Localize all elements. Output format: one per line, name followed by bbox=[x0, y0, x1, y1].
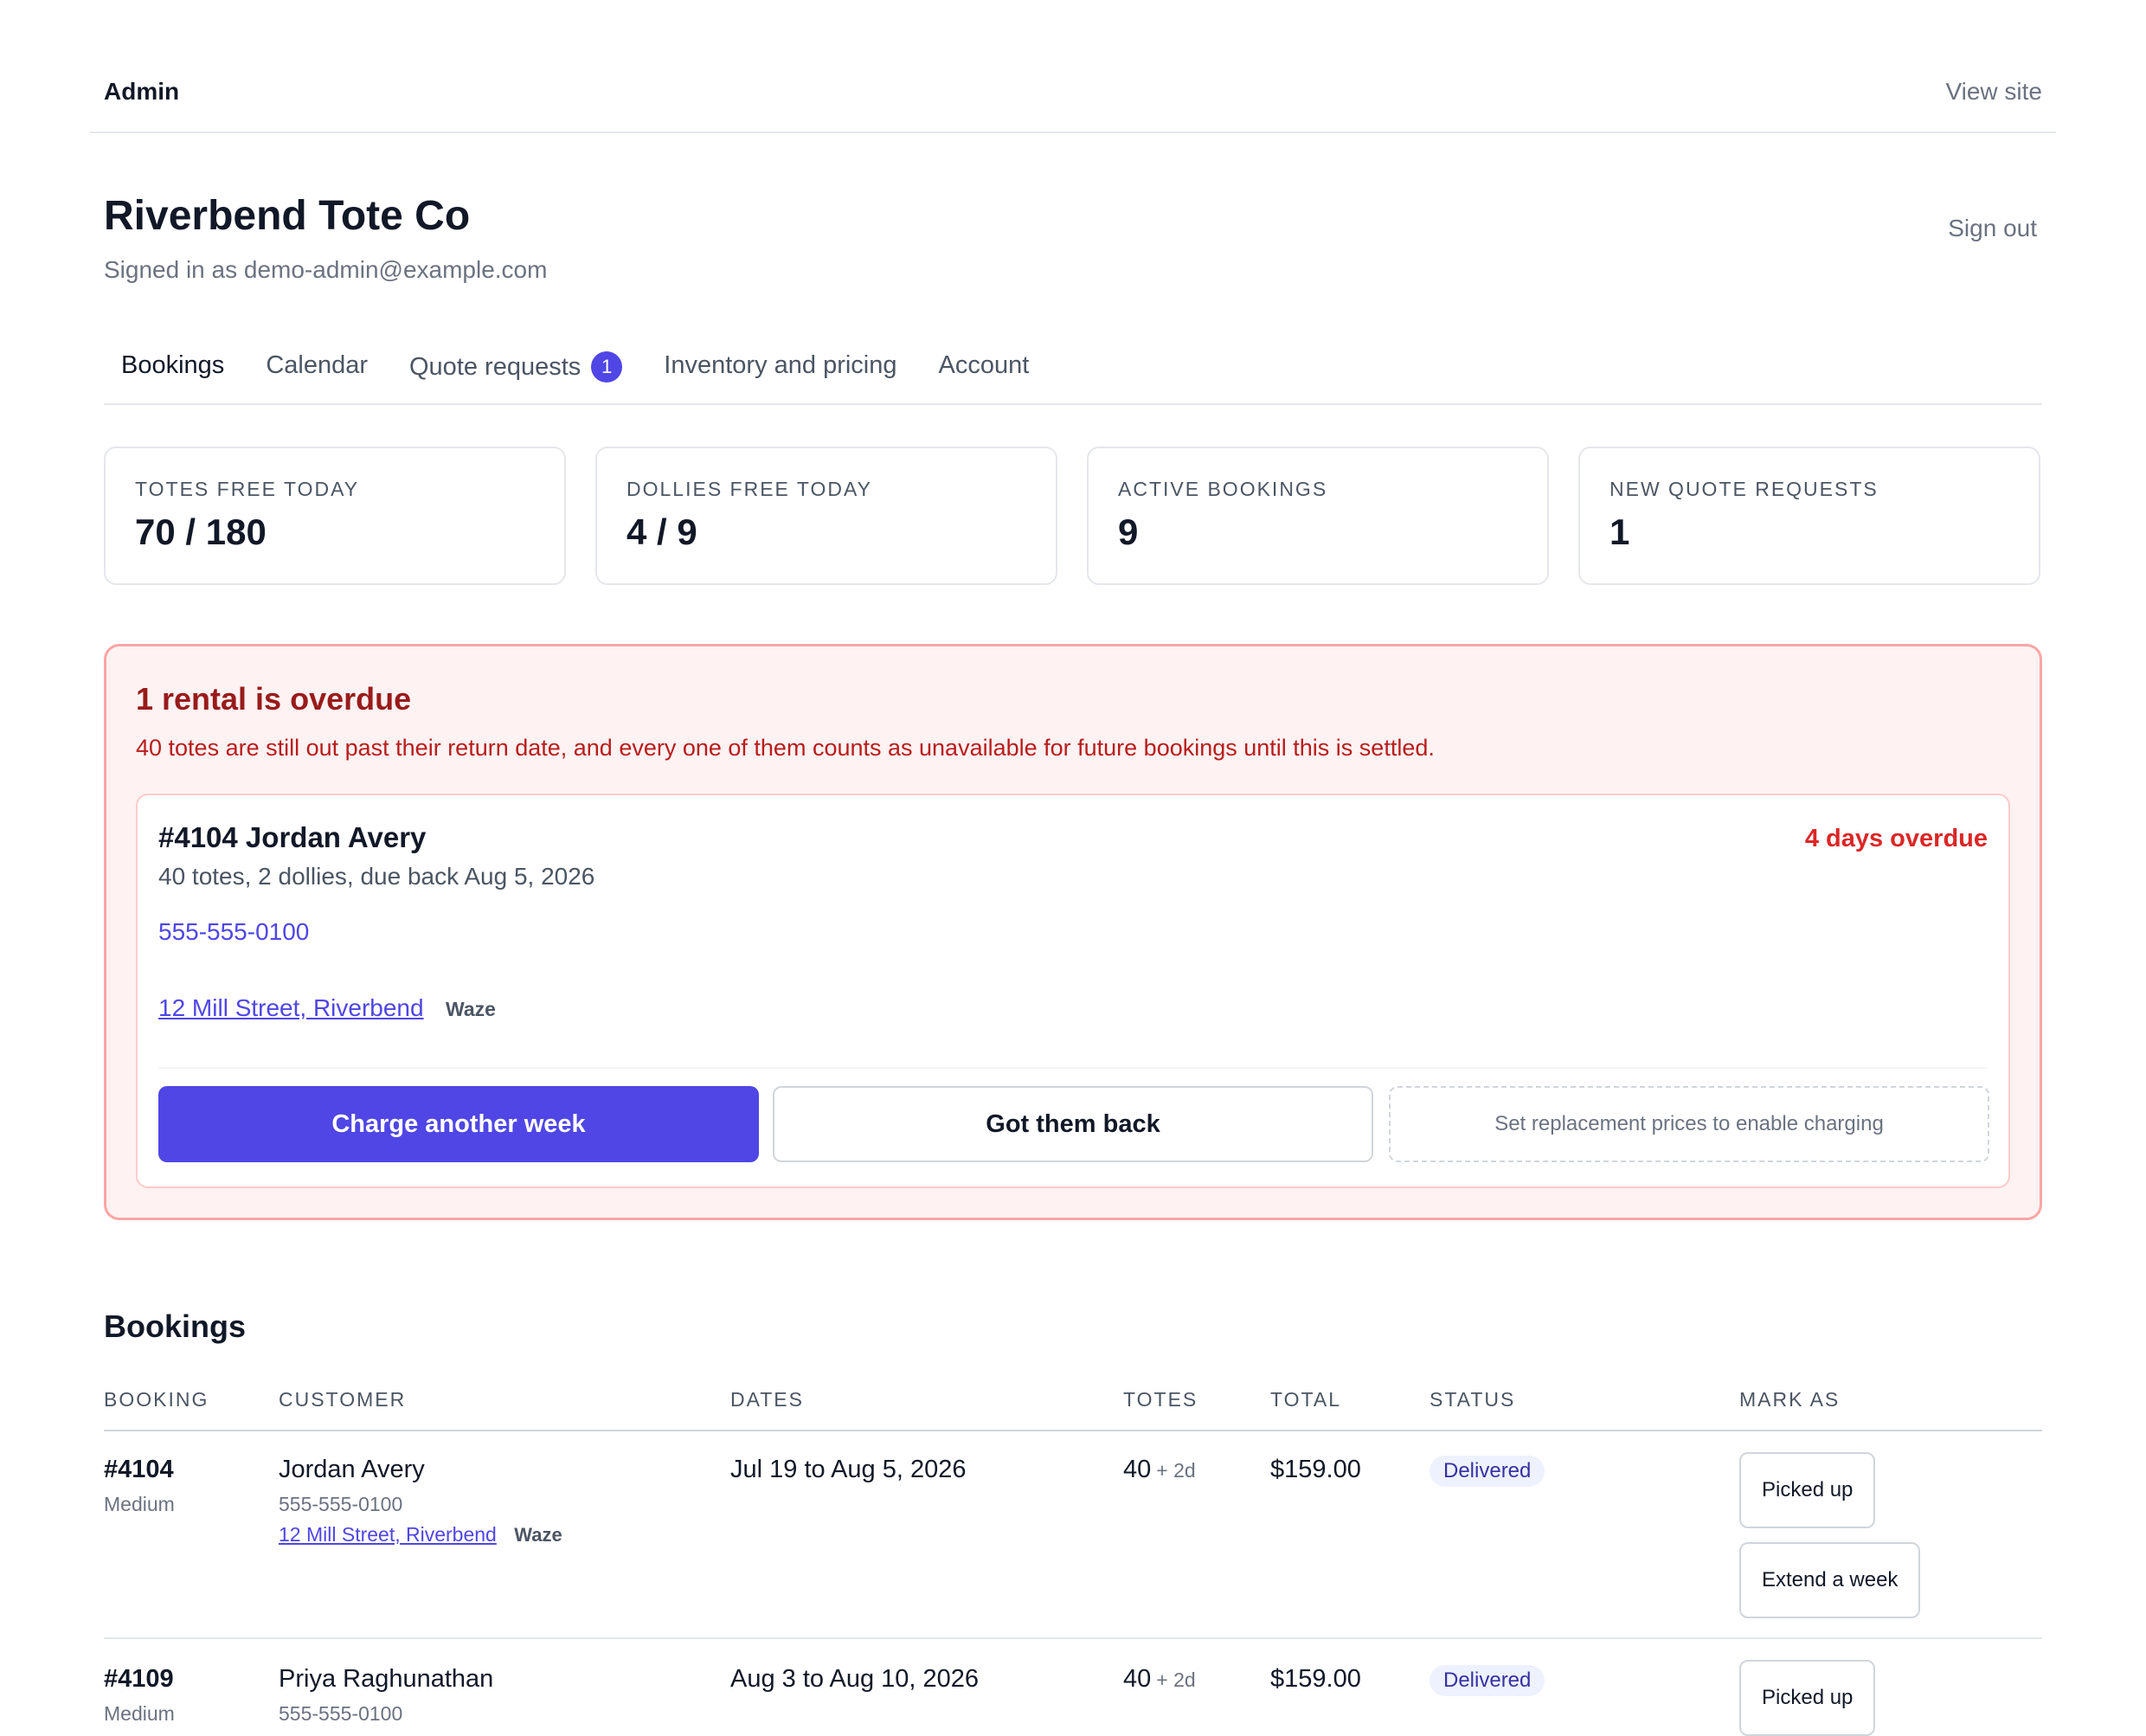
overdue-booking-name: #4104 Jordan Avery bbox=[158, 821, 427, 853]
booking-size: Medium bbox=[104, 1493, 175, 1515]
customer-name: Priya Raghunathan bbox=[279, 1665, 494, 1693]
divider bbox=[158, 1067, 1988, 1069]
customer-phone: 555-555-0100 bbox=[279, 1493, 403, 1515]
tab-calendar[interactable]: Calendar bbox=[248, 334, 385, 380]
booking-id: #4104 bbox=[104, 1456, 174, 1483]
tab-label: Calendar bbox=[266, 351, 368, 379]
total-cell: $159.00 bbox=[1270, 1665, 1361, 1693]
column-header-status: STATUS bbox=[1430, 1388, 1516, 1411]
booking-cell: #4104 Medium bbox=[104, 1456, 175, 1516]
totes-extra: + 2d bbox=[1156, 1459, 1196, 1482]
column-header-customer: CUSTOMER bbox=[279, 1388, 407, 1411]
tab-label: Inventory and pricing bbox=[664, 351, 897, 379]
stat-label: DOLLIES FREE TODAY bbox=[626, 478, 872, 500]
waze-link[interactable]: Waze bbox=[446, 998, 496, 1021]
view-site-link[interactable]: View site bbox=[1945, 78, 2042, 106]
address-link[interactable]: 12 Mill Street, Riverbend bbox=[158, 994, 424, 1022]
address-link[interactable]: 12 Mill Street, Riverbend bbox=[279, 1523, 497, 1546]
dates-cell: Jul 19 to Aug 5, 2026 bbox=[730, 1456, 967, 1483]
bookings-section-title: Bookings bbox=[104, 1308, 247, 1344]
totes-cell: 40 + 2d bbox=[1123, 1456, 1196, 1484]
booking-id: #4109 bbox=[104, 1665, 174, 1693]
totes-extra: + 2d bbox=[1156, 1668, 1196, 1691]
nav-tabs: Bookings Calendar Quote requests 1 Inven… bbox=[104, 334, 2042, 405]
totes-cell: 40 + 2d bbox=[1123, 1665, 1196, 1694]
booking-size: Medium bbox=[104, 1702, 175, 1725]
customer-phone: 555-555-0100 bbox=[279, 1702, 403, 1725]
column-header-dates: DATES bbox=[730, 1388, 804, 1411]
column-header-mark-as: MARK AS bbox=[1739, 1388, 1841, 1411]
admin-page: Admin View site Riverbend Tote Co Signed… bbox=[0, 0, 2146, 1736]
charge-another-week-button[interactable]: Charge another week bbox=[158, 1086, 759, 1162]
extend-a-week-button[interactable]: Extend a week bbox=[1739, 1542, 1921, 1618]
overdue-alert: 1 rental is overdue 40 totes are still o… bbox=[104, 644, 2042, 1220]
total-cell: $159.00 bbox=[1270, 1456, 1361, 1483]
status-cell: Delivered bbox=[1430, 1456, 1545, 1487]
signed-in-text: Signed in as demo-admin@example.com bbox=[104, 256, 548, 283]
column-header-booking: BOOKING bbox=[104, 1388, 209, 1411]
tab-bookings[interactable]: Bookings bbox=[104, 334, 241, 380]
dates-cell: Aug 3 to Aug 10, 2026 bbox=[730, 1665, 980, 1693]
replacement-prices-note: Set replacement prices to enable chargin… bbox=[1389, 1086, 1989, 1162]
stat-card-totes-free: TOTES FREE TODAY 70 / 180 bbox=[104, 447, 566, 585]
table-row: #4104 Medium Jordan Avery 555-555-0100 1… bbox=[104, 1430, 2042, 1639]
customer-cell: Priya Raghunathan 555-555-0100 bbox=[279, 1665, 493, 1726]
stat-value: 4 / 9 bbox=[626, 511, 697, 552]
stat-value: 9 bbox=[1118, 511, 1139, 552]
status-badge: Delivered bbox=[1430, 1665, 1545, 1696]
phone-link[interactable]: 555-555-0100 bbox=[158, 918, 309, 946]
column-header-totes: TOTES bbox=[1123, 1388, 1198, 1411]
totes-count: 40 bbox=[1123, 1665, 1152, 1693]
stat-card-dollies-free: DOLLIES FREE TODAY 4 / 9 bbox=[595, 447, 1057, 585]
stat-card-new-quote-requests: NEW QUOTE REQUESTS 1 bbox=[1578, 447, 2040, 585]
status-badge: Delivered bbox=[1430, 1456, 1545, 1487]
top-bar: Admin View site bbox=[90, 55, 2056, 133]
status-cell: Delivered bbox=[1430, 1665, 1545, 1696]
tab-quote-requests[interactable]: Quote requests 1 bbox=[392, 334, 639, 383]
column-header-total: TOTAL bbox=[1270, 1388, 1341, 1411]
totes-count: 40 bbox=[1123, 1456, 1152, 1483]
overdue-booking-card: #4104 Jordan Avery 40 totes, 2 dollies, … bbox=[136, 794, 2010, 1188]
tab-account[interactable]: Account bbox=[922, 334, 1047, 380]
quote-count-badge: 1 bbox=[591, 351, 623, 383]
stat-label: TOTES FREE TODAY bbox=[135, 478, 360, 500]
stat-value: 70 / 180 bbox=[135, 511, 267, 552]
days-overdue-label: 4 days overdue bbox=[1804, 825, 1988, 852]
stat-label: ACTIVE BOOKINGS bbox=[1118, 478, 1328, 500]
tab-label: Bookings bbox=[121, 351, 225, 379]
bookings-table-header: BOOKING CUSTOMER DATES TOTES TOTAL STATU… bbox=[104, 1373, 2042, 1431]
waze-link[interactable]: Waze bbox=[514, 1524, 562, 1546]
customer-cell: Jordan Avery 555-555-0100 12 Mill Street… bbox=[279, 1456, 562, 1546]
table-row: #4109 Medium Priya Raghunathan 555-555-0… bbox=[104, 1639, 2042, 1736]
stat-card-active-bookings: ACTIVE BOOKINGS 9 bbox=[1087, 447, 1549, 585]
booking-cell: #4109 Medium bbox=[104, 1665, 175, 1726]
got-them-back-button[interactable]: Got them back bbox=[773, 1086, 1373, 1162]
admin-label: Admin bbox=[104, 78, 180, 105]
tab-label: Quote requests bbox=[409, 352, 581, 381]
overdue-alert-description: 40 totes are still out past their return… bbox=[136, 735, 1435, 761]
stat-label: NEW QUOTE REQUESTS bbox=[1610, 478, 1879, 500]
sign-out-link[interactable]: Sign out bbox=[1948, 215, 2037, 242]
customer-address-line: 12 Mill Street, Riverbend Waze bbox=[279, 1523, 562, 1546]
picked-up-button[interactable]: Picked up bbox=[1739, 1452, 1876, 1528]
tab-inventory-and-pricing[interactable]: Inventory and pricing bbox=[646, 334, 914, 380]
company-title: Riverbend Tote Co bbox=[104, 193, 471, 239]
picked-up-button[interactable]: Picked up bbox=[1739, 1660, 1876, 1736]
customer-name: Jordan Avery bbox=[279, 1456, 425, 1483]
stat-value: 1 bbox=[1610, 511, 1630, 552]
overdue-alert-title: 1 rental is overdue bbox=[136, 681, 412, 717]
tab-label: Account bbox=[938, 351, 1030, 379]
stats-row: TOTES FREE TODAY 70 / 180 DOLLIES FREE T… bbox=[104, 447, 2042, 585]
overdue-booking-meta: 40 totes, 2 dollies, due back Aug 5, 202… bbox=[158, 863, 595, 890]
